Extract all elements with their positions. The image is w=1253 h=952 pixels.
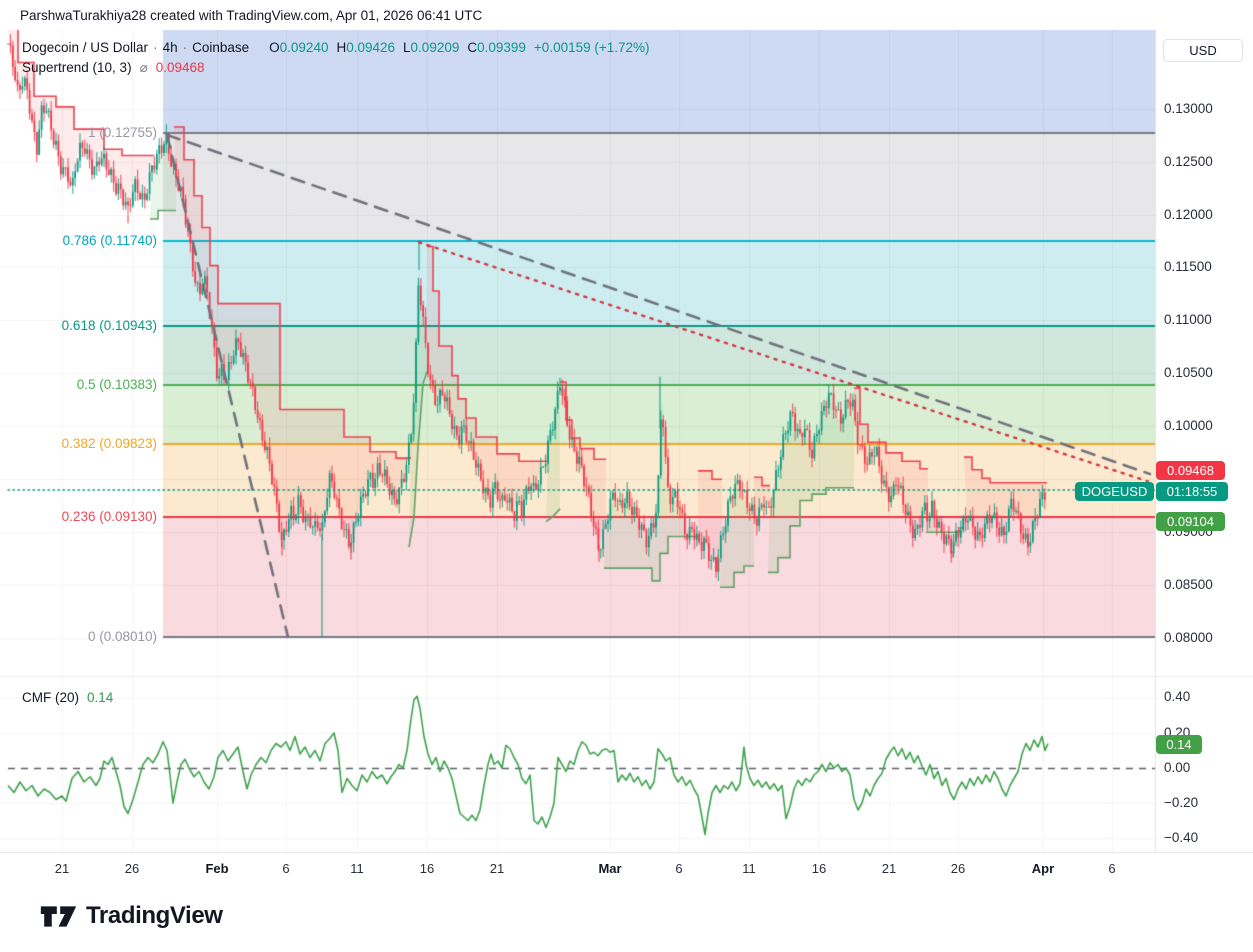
tradingview-logo-icon — [40, 904, 77, 929]
tradingview-logo: TradingView — [40, 902, 223, 930]
tradingview-chart-page: ParshwaTurakhiya28 created with TradingV… — [0, 0, 1253, 952]
tradingview-logo-text: TradingView — [86, 902, 223, 930]
attribution-text: ParshwaTurakhiya28 created with TradingV… — [20, 8, 482, 23]
price-chart-canvas[interactable] — [0, 0, 1253, 952]
